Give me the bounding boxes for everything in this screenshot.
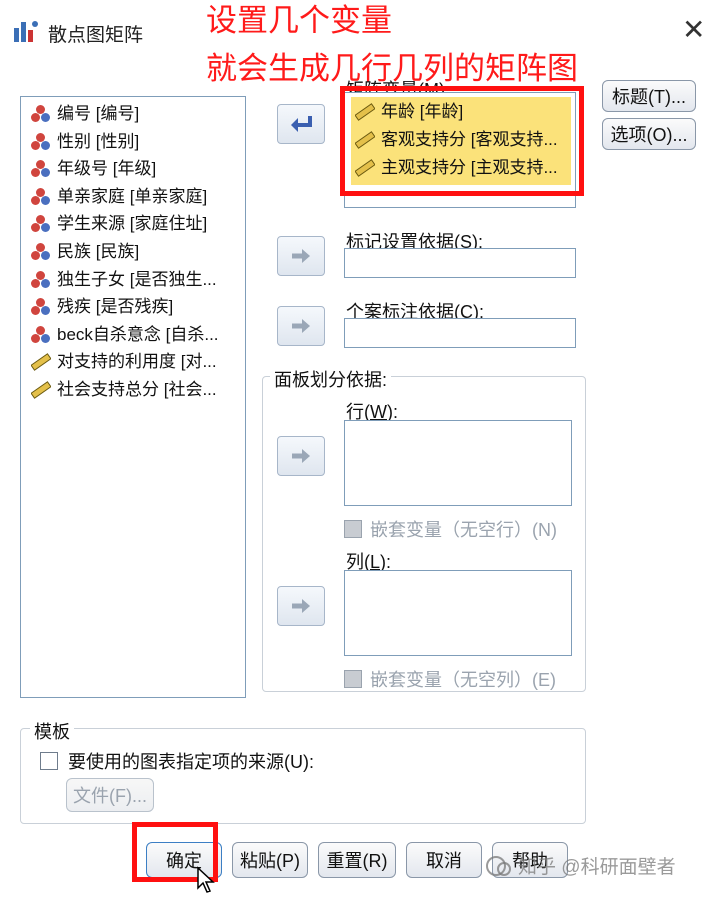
rows-nest-label: 嵌套变量（无空行）(N) [370,520,557,540]
columns-nest-checkbox[interactable] [344,670,362,688]
nominal-icon [31,270,51,289]
source-list-item[interactable]: 单亲家庭 [单亲家庭] [31,184,207,210]
nominal-icon [31,105,51,123]
case-labels-field[interactable] [344,318,576,348]
nominal-icon [31,215,51,233]
scale-icon [31,353,51,372]
move-to-rows-button[interactable] [277,436,325,476]
source-list-item[interactable]: 性别 [性别] [31,129,139,155]
options-button[interactable]: 选项(O)... [602,118,696,150]
rows-nest-checkbox-row[interactable]: 嵌套变量（无空行）(N) [344,516,557,542]
source-list-item-label: 对支持的利用度 [对... [57,352,217,372]
template-group-title: 模板 [30,718,74,744]
columns-field[interactable] [344,570,572,656]
source-list-item[interactable]: 编号 [编号] [31,101,139,127]
panel-group-title: 面板划分依据: [270,366,392,392]
source-list-item[interactable]: 独生子女 [是否独生... [31,267,217,293]
source-list-item-label: 编号 [编号] [57,104,140,123]
source-list-item[interactable]: 社会支持总分 [社会... [31,377,217,403]
rows-nest-checkbox[interactable] [344,520,362,538]
source-list-item-label: 民族 [民族] [57,242,140,261]
annotation-line-1: 设置几个变量 [206,3,392,39]
nominal-icon [31,243,51,261]
source-list-item[interactable]: 年级号 [年级] [31,156,156,182]
arrow-right-icon [292,449,310,463]
titles-button[interactable]: 标题(T)... [602,80,696,112]
file-button[interactable]: 文件(F)... [66,778,154,812]
zhihu-logo-icon [486,855,511,876]
arrow-left-icon [291,116,312,132]
columns-nest-checkbox-row[interactable]: 嵌套变量（无空列）(E) [344,666,556,692]
template-checkbox-row[interactable]: 要使用的图表指定项的来源(U): [40,748,314,774]
arrow-right-icon [292,249,310,263]
source-list-item-label: beck自杀意念 [自杀... [57,324,219,344]
template-checkbox[interactable] [40,752,58,770]
arrow-right-icon [292,319,310,333]
scale-icon [31,381,51,399]
close-icon[interactable]: ✕ [682,16,705,44]
source-list-item[interactable]: 残疾 [是否残疾] [31,294,173,320]
source-list-item[interactable]: 学生来源 [家庭住址] [31,211,207,237]
source-list-item-label: 单亲家庭 [单亲家庭] [57,186,208,206]
source-list-item-label: 年级号 [年级] [57,159,157,179]
cancel-button[interactable]: 取消 [406,842,482,878]
move-to-matrix-button[interactable] [277,104,325,144]
source-variable-list[interactable]: 编号 [编号] 性别 [性别] 年级号 [年级] 单亲家庭 [单亲家庭] 学生来源 [家… [20,96,246,698]
nominal-icon [31,187,51,206]
source-list-item-label: 学生来源 [家庭住址] [57,214,208,234]
source-list-item-label: 社会支持总分 [社会... [57,380,217,399]
template-checkbox-label: 要使用的图表指定项的来源(U): [68,752,314,772]
paste-button[interactable]: 粘贴(P) [232,842,308,878]
move-to-case-labels-button[interactable] [277,306,325,346]
source-list-item-label: 性别 [性别] [57,131,140,151]
scatterplot-matrix-dialog: 散点图矩阵 ✕ 设置几个变量 就会生成几行几列的矩阵图 编号 [编号] 性别 [性… [0,0,720,897]
rows-field[interactable] [344,420,572,506]
source-list-item-label: 独生子女 [是否独生... [57,269,217,289]
arrow-right-icon [292,599,310,613]
spss-app-icon [14,21,38,42]
nominal-icon [31,325,51,344]
columns-nest-label: 嵌套变量（无空列）(E) [370,670,556,690]
move-to-columns-button[interactable] [277,586,325,626]
mouse-cursor-icon [197,866,215,893]
reset-button[interactable]: 重置(R) [318,842,396,878]
window-title: 散点图矩阵 [48,25,144,46]
markers-field[interactable] [344,248,576,278]
watermark: 知乎 @科研面壁者 [486,852,676,879]
nominal-icon [31,160,51,178]
red-highlight-box-matrix [340,86,584,196]
source-list-item[interactable]: beck自杀意念 [自杀... [31,322,219,348]
source-list-item-label: 残疾 [是否残疾] [57,297,174,317]
move-to-markers-button[interactable] [277,236,325,276]
source-list-item[interactable]: 民族 [民族] [31,239,139,265]
nominal-icon [31,298,51,316]
source-list-item[interactable]: 对支持的利用度 [对... [31,349,217,375]
watermark-text: 知乎 @科研面壁者 [518,857,676,878]
nominal-icon [31,132,51,151]
